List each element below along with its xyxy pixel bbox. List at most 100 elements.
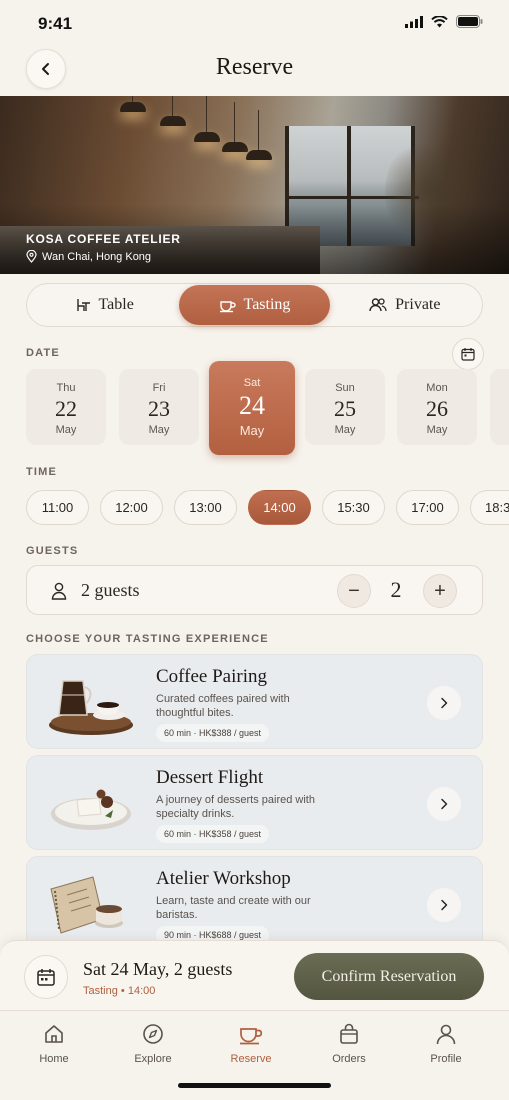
- date-day: 22: [55, 396, 77, 421]
- guests-section-label: GUESTS: [26, 545, 79, 557]
- date-option-partial[interactable]: [490, 369, 509, 445]
- time-option[interactable]: 15:30: [322, 490, 385, 525]
- chevron-right-icon: [441, 697, 448, 709]
- tab-private[interactable]: Private: [330, 285, 480, 325]
- date-picker: Thu 22 May Fri 23 May Sat 24 May Sun 25 …: [0, 361, 509, 455]
- atelier-workshop-image: [50, 876, 123, 934]
- tab-reserve-label: Reserve: [230, 1053, 272, 1065]
- tab-table-label: Table: [98, 296, 134, 313]
- summary-calendar: [24, 955, 68, 999]
- location-pin-icon: [26, 250, 37, 263]
- guest-selector: 2 guests − 2 +: [26, 565, 483, 615]
- time-option[interactable]: 11:00: [26, 490, 89, 525]
- tab-orders-label: Orders: [332, 1053, 366, 1065]
- pendant-lamp: [222, 102, 248, 152]
- date-dow: Thu: [56, 382, 76, 394]
- confirm-reservation-button[interactable]: Confirm Reservation: [294, 953, 484, 1000]
- pendant-lamp: [160, 96, 186, 126]
- date-day: 24: [239, 391, 265, 420]
- experience-description: A journey of desserts paired with specia…: [156, 794, 315, 820]
- reservation-summary: Sat 24 May, 2 guests: [83, 959, 233, 979]
- person-icon: [436, 1024, 456, 1045]
- date-dow: Mon: [426, 382, 448, 394]
- date-option[interactable]: Fri 23 May: [119, 369, 199, 445]
- bag-icon: [340, 1023, 358, 1044]
- hero-image: KOSA COFFEE ATELIER Wan Chai, Hong Kong: [0, 96, 509, 274]
- experience-title: Atelier Workshop: [156, 868, 291, 889]
- pendant-lamp: [246, 110, 272, 160]
- experience-open-button[interactable]: [427, 686, 461, 720]
- date-option[interactable]: Mon 26 May: [397, 369, 477, 445]
- table-chair-icon: [76, 299, 90, 311]
- time-option[interactable]: 12:00: [100, 490, 163, 525]
- calendar-icon: [37, 969, 55, 986]
- tab-orders[interactable]: Orders: [309, 1021, 389, 1065]
- status-icons: [405, 15, 483, 28]
- venue-location: Wan Chai, Hong Kong: [26, 250, 151, 263]
- time-option-selected[interactable]: 14:00: [248, 490, 311, 525]
- reservation-type: Tasting: [83, 985, 118, 997]
- status-bar: 9:41: [0, 0, 509, 46]
- reservation-subsummary: Tasting • 14:00: [83, 985, 155, 997]
- experience-card-atelier-workshop[interactable]: Atelier Workshop Learn, taste and create…: [26, 856, 483, 951]
- venue-name: KOSA COFFEE ATELIER: [26, 232, 181, 246]
- pendant-lamp: [120, 96, 146, 112]
- experience-meta-badge: 60 min · HK$388 / guest: [156, 724, 270, 742]
- time-picker: 11:00 12:00 13:00 14:00 15:30 17:00 18:3…: [0, 490, 509, 526]
- compass-icon: [143, 1024, 163, 1044]
- date-month: May: [148, 424, 170, 436]
- experience-card-dessert-flight[interactable]: Dessert Flight A journey of desserts pai…: [26, 755, 483, 850]
- chevron-right-icon: [441, 798, 448, 810]
- tab-table[interactable]: Table: [29, 285, 179, 325]
- date-month: May: [426, 424, 448, 436]
- reservation-type-selector: Table Tasting Private: [26, 283, 483, 327]
- reservation-time: 14:00: [127, 985, 156, 997]
- guest-count: 2: [390, 577, 402, 602]
- tab-explore[interactable]: Explore: [113, 1021, 193, 1065]
- experience-meta-badge: 60 min · HK$358 / guest: [156, 825, 270, 843]
- date-option[interactable]: Sun 25 May: [305, 369, 385, 445]
- experience-card-coffee-pairing[interactable]: Coffee Pairing Curated coffees paired wi…: [26, 654, 483, 749]
- date-month: May: [55, 424, 77, 436]
- coffee-cup-icon: [240, 1028, 263, 1045]
- tab-tasting-label: Tasting: [243, 296, 291, 313]
- date-option-selected[interactable]: Sat 24 May: [209, 361, 295, 455]
- home-icon: [45, 1025, 63, 1043]
- tab-private-label: Private: [395, 296, 441, 313]
- tab-explore-label: Explore: [134, 1053, 172, 1065]
- guest-summary: 2 guests: [81, 580, 140, 600]
- group-icon: [369, 298, 387, 312]
- date-dow: Sun: [335, 382, 355, 394]
- date-day: 25: [334, 396, 356, 421]
- dessert-flight-image: [51, 789, 131, 830]
- date-day: 23: [148, 396, 170, 421]
- decrease-guests-button[interactable]: −: [337, 574, 371, 608]
- tab-profile-label: Profile: [430, 1053, 462, 1065]
- time-option[interactable]: 18:30: [470, 490, 509, 525]
- venue-location-text: Wan Chai, Hong Kong: [42, 250, 152, 263]
- date-month: May: [334, 424, 356, 436]
- experience-open-button[interactable]: [427, 888, 461, 922]
- chevron-right-icon: [441, 899, 448, 911]
- tab-profile[interactable]: Profile: [406, 1021, 486, 1065]
- tab-tasting[interactable]: Tasting: [179, 285, 330, 325]
- wifi-icon: [431, 15, 448, 27]
- date-option[interactable]: Thu 22 May: [26, 369, 106, 445]
- tab-reserve[interactable]: Reserve: [211, 1021, 291, 1065]
- tab-home[interactable]: Home: [14, 1021, 94, 1065]
- coffee-cup-icon: [219, 301, 236, 313]
- experience-open-button[interactable]: [427, 787, 461, 821]
- signal-icon: [405, 15, 423, 28]
- tab-home-label: Home: [39, 1053, 69, 1065]
- experience-section-label: CHOOSE YOUR TASTING EXPERIENCE: [26, 633, 269, 645]
- separator: •: [117, 985, 128, 997]
- calendar-icon: [461, 348, 475, 361]
- date-dow: Fri: [152, 382, 166, 394]
- battery-icon: [456, 15, 483, 28]
- time-option[interactable]: 13:00: [174, 490, 237, 525]
- increase-guests-button[interactable]: +: [423, 574, 457, 608]
- date-dow: Sat: [243, 377, 261, 389]
- time-option[interactable]: 17:00: [396, 490, 459, 525]
- status-time: 9:41: [38, 14, 73, 33]
- header: Reserve: [0, 46, 509, 96]
